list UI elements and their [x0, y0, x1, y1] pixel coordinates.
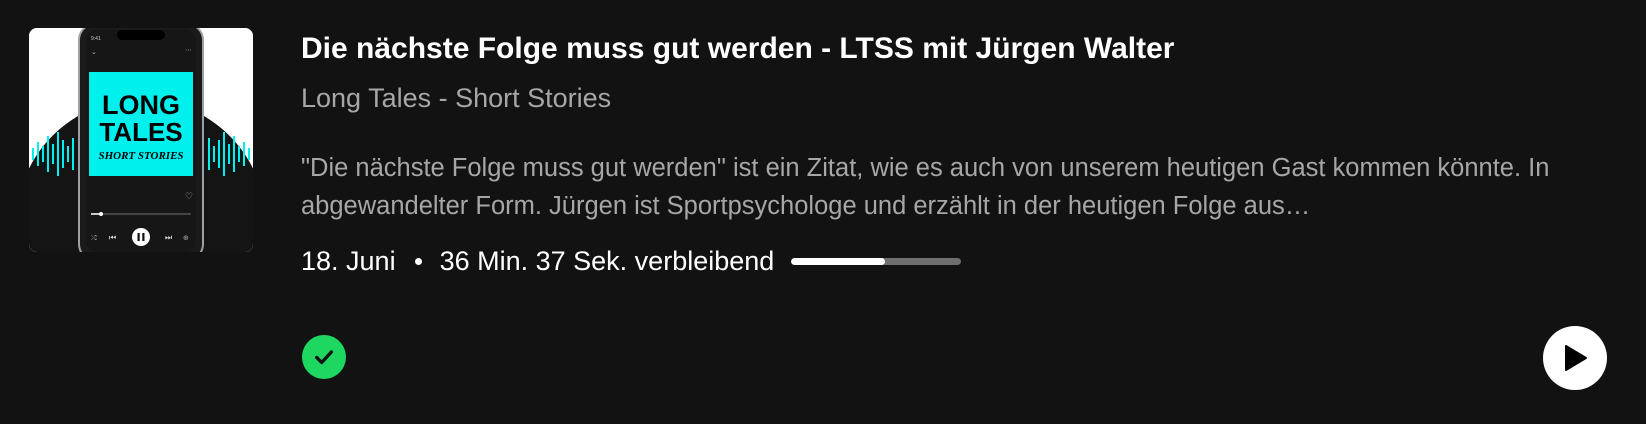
progress-bar — [791, 257, 962, 265]
episode-info: Die nächste Folge muss gut werden - LTSS… — [301, 28, 1606, 279]
episode-title[interactable]: Die nächste Folge muss gut werden - LTSS… — [301, 28, 1606, 70]
cover-art[interactable]: 9:41 ⌄ ⋯ LONG TALES SHORT STORIES ♡ ⤮ ⏮ … — [29, 28, 253, 252]
time-remaining: 36 Min. 37 Sek. verbleibend — [439, 246, 775, 276]
svg-text:LONG: LONG — [102, 90, 180, 120]
svg-text:⤮: ⤮ — [91, 234, 97, 242]
svg-text:⏭: ⏭ — [165, 233, 172, 242]
episode-description: "Die nächste Folge muss gut werden" ist … — [301, 154, 1550, 220]
svg-text:SHORT STORIES: SHORT STORIES — [98, 150, 183, 162]
cover-art-image: 9:41 ⌄ ⋯ LONG TALES SHORT STORIES ♡ ⤮ ⏮ … — [29, 28, 253, 252]
svg-text:♡: ♡ — [185, 192, 193, 202]
svg-text:⊕: ⊕ — [183, 234, 189, 242]
check-icon — [315, 350, 333, 365]
release-date: 18. Juni — [301, 246, 396, 276]
played-check-button[interactable] — [302, 335, 346, 379]
episode-meta: 18. Juni 36 Min. 37 Sek. verbleibend — [301, 243, 1606, 279]
play-button[interactable] — [1543, 326, 1607, 390]
show-name[interactable]: Long Tales - Short Stories — [301, 80, 1606, 116]
episode-card[interactable]: 9:41 ⌄ ⋯ LONG TALES SHORT STORIES ♡ ⤮ ⏮ … — [0, 0, 1646, 424]
svg-text:⏮: ⏮ — [109, 233, 116, 242]
svg-text:⌄: ⌄ — [91, 48, 97, 56]
play-icon — [1565, 345, 1587, 371]
svg-text:TALES: TALES — [99, 117, 182, 147]
progress-bar-fill — [791, 257, 885, 265]
svg-text:⋯: ⋯ — [185, 46, 192, 54]
svg-text:9:41: 9:41 — [91, 36, 101, 42]
separator-dot — [414, 257, 422, 265]
